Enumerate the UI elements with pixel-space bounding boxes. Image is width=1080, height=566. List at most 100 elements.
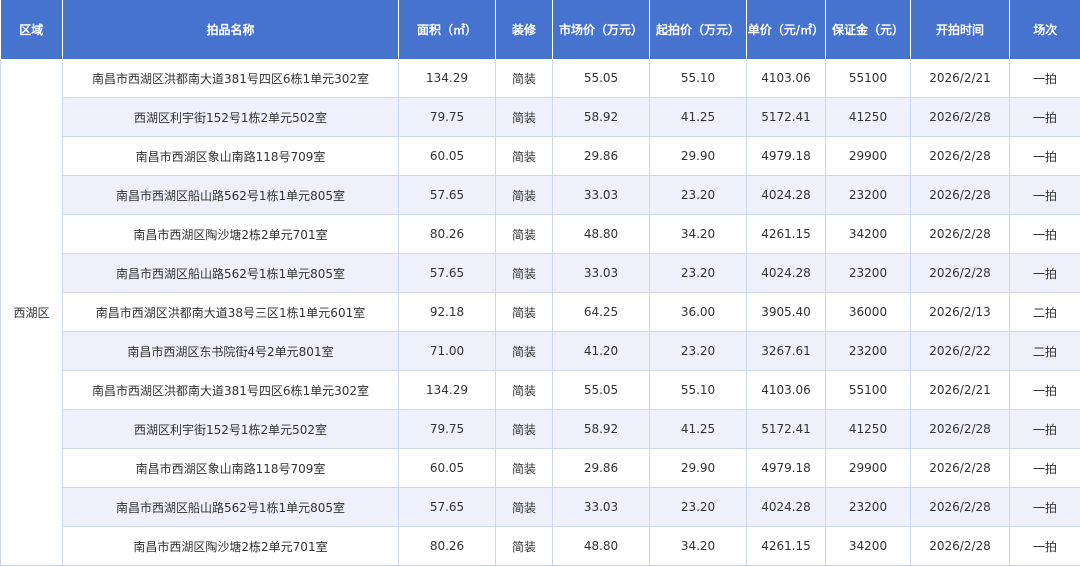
header-round: 场次 — [1010, 0, 1080, 59]
cell-auction-date: 2026/2/28 — [911, 98, 1010, 137]
cell-deposit: 36000 — [826, 293, 911, 332]
table-row: 南昌市西湖区船山路562号1栋1单元805室57.65简装33.0323.204… — [1, 254, 1080, 293]
cell-round: 一拍 — [1010, 410, 1080, 449]
cell-market-price: 29.86 — [553, 137, 650, 176]
cell-market-price: 48.80 — [553, 215, 650, 254]
cell-market-price: 33.03 — [553, 176, 650, 215]
cell-area: 80.26 — [399, 527, 496, 566]
cell-item-name: 南昌市西湖区东书院街4号2单元801室 — [63, 332, 399, 371]
cell-unit-price: 4979.18 — [747, 449, 826, 488]
cell-deposit: 29900 — [826, 449, 911, 488]
cell-auction-date: 2026/2/13 — [911, 293, 1010, 332]
cell-round: 一拍 — [1010, 488, 1080, 527]
cell-deposit: 23200 — [826, 332, 911, 371]
cell-market-price: 29.86 — [553, 449, 650, 488]
header-starting-price: 起拍价（万元） — [650, 0, 747, 59]
table-row: 南昌市西湖区陶沙塘2栋2单元701室80.26简装48.8034.204261.… — [1, 215, 1080, 254]
cell-decoration: 简装 — [496, 332, 553, 371]
header-decoration: 装修 — [496, 0, 553, 59]
cell-auction-date: 2026/2/28 — [911, 488, 1010, 527]
table-row: 南昌市西湖区象山南路118号709室60.05简装29.8629.904979.… — [1, 449, 1080, 488]
cell-auction-date: 2026/2/21 — [911, 59, 1010, 98]
cell-item-name: 南昌市西湖区船山路562号1栋1单元805室 — [63, 176, 399, 215]
cell-item-name: 南昌市西湖区陶沙塘2栋2单元701室 — [63, 527, 399, 566]
cell-auction-date: 2026/2/28 — [911, 410, 1010, 449]
cell-market-price: 41.20 — [553, 332, 650, 371]
header-area: 面积（㎡） — [399, 0, 496, 59]
cell-deposit: 23200 — [826, 488, 911, 527]
table-row: 南昌市西湖区东书院街4号2单元801室71.00简装41.2023.203267… — [1, 332, 1080, 371]
cell-unit-price: 4261.15 — [747, 215, 826, 254]
cell-area: 60.05 — [399, 449, 496, 488]
cell-auction-date: 2026/2/21 — [911, 371, 1010, 410]
cell-deposit: 41250 — [826, 98, 911, 137]
cell-area: 80.26 — [399, 215, 496, 254]
cell-starting-price: 55.10 — [650, 59, 747, 98]
cell-decoration: 简装 — [496, 59, 553, 98]
header-market-price: 市场价（万元） — [553, 0, 650, 59]
cell-starting-price: 41.25 — [650, 410, 747, 449]
cell-round: 一拍 — [1010, 215, 1080, 254]
cell-area: 92.18 — [399, 293, 496, 332]
cell-round: 一拍 — [1010, 527, 1080, 566]
cell-area: 79.75 — [399, 410, 496, 449]
cell-unit-price: 4024.28 — [747, 176, 826, 215]
cell-decoration: 简装 — [496, 293, 553, 332]
cell-unit-price: 5172.41 — [747, 410, 826, 449]
cell-area: 57.65 — [399, 254, 496, 293]
cell-unit-price: 4979.18 — [747, 137, 826, 176]
cell-auction-date: 2026/2/28 — [911, 176, 1010, 215]
table-row: 南昌市西湖区象山南路118号709室60.05简装29.8629.904979.… — [1, 137, 1080, 176]
header-item-name: 拍品名称 — [63, 0, 399, 59]
cell-deposit: 34200 — [826, 527, 911, 566]
cell-item-name: 南昌市西湖区陶沙塘2栋2单元701室 — [63, 215, 399, 254]
cell-starting-price: 41.25 — [650, 98, 747, 137]
cell-round: 二拍 — [1010, 293, 1080, 332]
table-row: 西湖区利宇街152号1栋2单元502室79.75简装58.9241.255172… — [1, 410, 1080, 449]
cell-round: 一拍 — [1010, 137, 1080, 176]
cell-market-price: 33.03 — [553, 488, 650, 527]
cell-item-name: 南昌市西湖区船山路562号1栋1单元805室 — [63, 488, 399, 527]
cell-decoration: 简装 — [496, 410, 553, 449]
cell-area: 71.00 — [399, 332, 496, 371]
cell-decoration: 简装 — [496, 449, 553, 488]
cell-market-price: 58.92 — [553, 410, 650, 449]
cell-deposit: 55100 — [826, 371, 911, 410]
table-row: 南昌市西湖区陶沙塘2栋2单元701室80.26简装48.8034.204261.… — [1, 527, 1080, 566]
cell-auction-date: 2026/2/28 — [911, 527, 1010, 566]
table-body: 西湖区南昌市西湖区洪都南大道381号四区6栋1单元302室134.29简装55.… — [1, 59, 1080, 566]
cell-starting-price: 29.90 — [650, 137, 747, 176]
cell-deposit: 41250 — [826, 410, 911, 449]
auction-listing-table: 区域 拍品名称 面积（㎡） 装修 市场价（万元） 起拍价（万元） 单价（元/㎡）… — [0, 0, 1080, 566]
cell-item-name: 南昌市西湖区洪都南大道381号四区6栋1单元302室 — [63, 59, 399, 98]
cell-decoration: 简装 — [496, 254, 553, 293]
cell-round: 一拍 — [1010, 449, 1080, 488]
cell-round: 一拍 — [1010, 176, 1080, 215]
cell-deposit: 29900 — [826, 137, 911, 176]
cell-deposit: 55100 — [826, 59, 911, 98]
cell-starting-price: 23.20 — [650, 332, 747, 371]
cell-unit-price: 4024.28 — [747, 488, 826, 527]
cell-area: 79.75 — [399, 98, 496, 137]
cell-deposit: 34200 — [826, 215, 911, 254]
cell-starting-price: 23.20 — [650, 254, 747, 293]
cell-round: 一拍 — [1010, 98, 1080, 137]
cell-round: 一拍 — [1010, 59, 1080, 98]
cell-decoration: 简装 — [496, 488, 553, 527]
region-cell: 西湖区 — [1, 59, 63, 566]
cell-starting-price: 23.20 — [650, 176, 747, 215]
cell-round: 一拍 — [1010, 371, 1080, 410]
cell-deposit: 23200 — [826, 254, 911, 293]
cell-market-price: 33.03 — [553, 254, 650, 293]
cell-decoration: 简装 — [496, 98, 553, 137]
cell-unit-price: 5172.41 — [747, 98, 826, 137]
cell-market-price: 64.25 — [553, 293, 650, 332]
cell-round: 一拍 — [1010, 254, 1080, 293]
cell-starting-price: 29.90 — [650, 449, 747, 488]
cell-area: 134.29 — [399, 371, 496, 410]
cell-unit-price: 4103.06 — [747, 59, 826, 98]
table-row: 南昌市西湖区洪都南大道38号三区1栋1单元601室92.18简装64.2536.… — [1, 293, 1080, 332]
cell-auction-date: 2026/2/22 — [911, 332, 1010, 371]
table-row: 南昌市西湖区船山路562号1栋1单元805室57.65简装33.0323.204… — [1, 488, 1080, 527]
cell-auction-date: 2026/2/28 — [911, 215, 1010, 254]
